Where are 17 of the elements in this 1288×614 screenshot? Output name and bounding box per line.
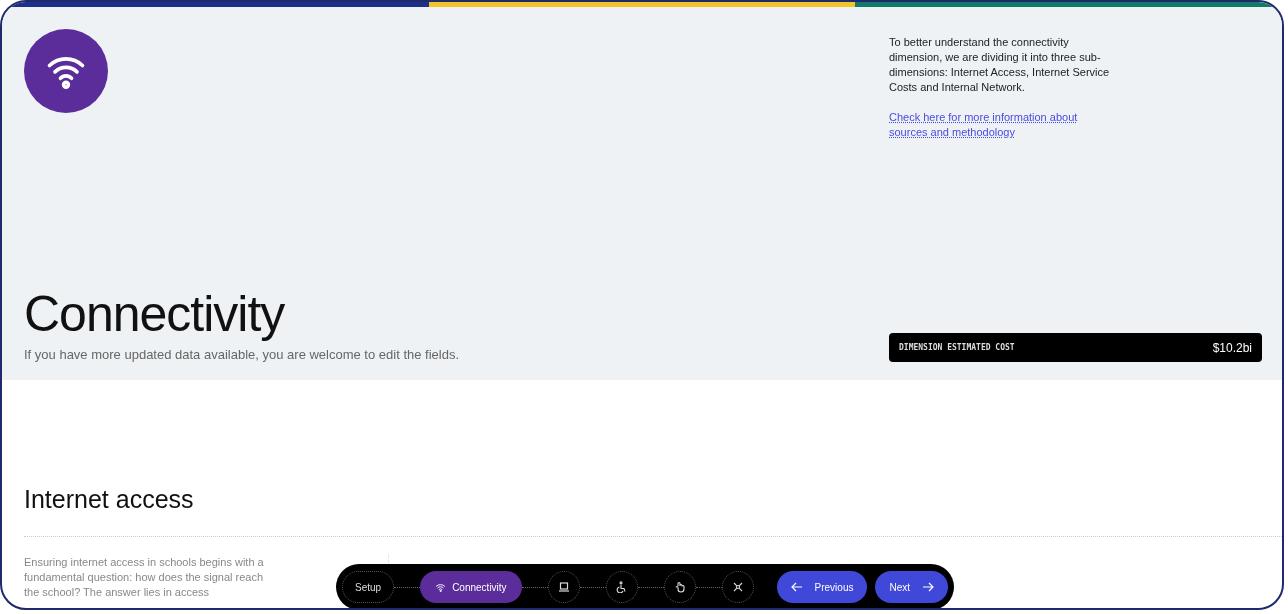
step-button[interactable]: Connectivity [420,571,522,603]
hand-icon [673,581,686,593]
network-icon [731,581,744,593]
arrow-left-icon [790,582,803,592]
cost-value: $10.2bi [1212,340,1252,355]
page-title: Connectivity [24,285,286,343]
page-subtitle: If you have more updated data available, you are welcome to edit the fields. [24,347,461,362]
next-button[interactable]: Next [875,571,948,603]
wifi-icon [435,581,447,593]
cost-label: DIMENSION ESTIMATED COST [899,343,1015,352]
section-heading: Internet access [24,485,195,514]
methodology-link[interactable]: Check here for more information about sources and methodology [889,110,1089,140]
description-text: To better understand the connectivity dimension, we are dividing it into three sub-dimensions: Internet Access, Internet Service Costs and Internal Network. [889,35,1111,95]
arrow-right-icon [922,582,934,592]
laptop-icon [557,581,570,593]
previous-button[interactable]: Previous [776,571,868,603]
wheelchair-icon [615,581,628,593]
